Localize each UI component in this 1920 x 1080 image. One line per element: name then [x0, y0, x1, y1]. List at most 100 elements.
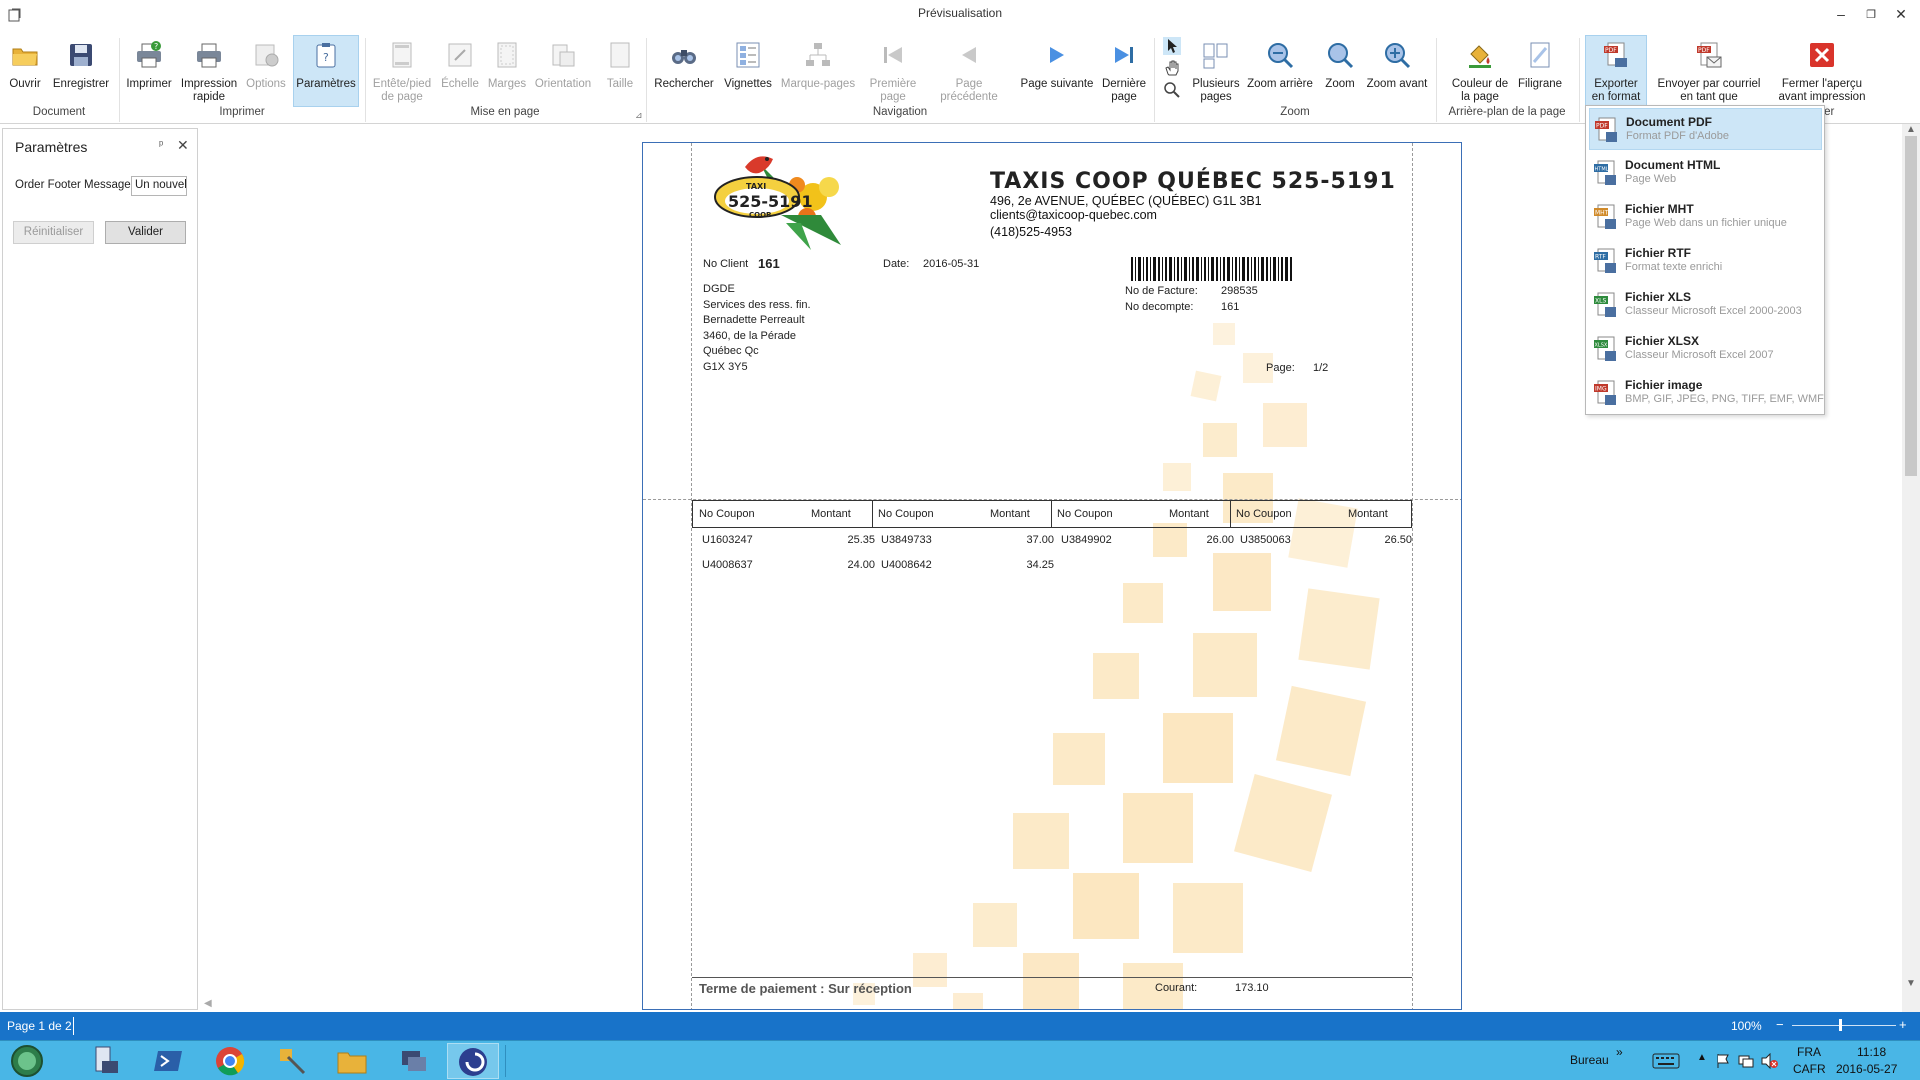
- taskbar-app-chrome[interactable]: [204, 1043, 256, 1079]
- header-footer-button[interactable]: Entête/pied de page: [370, 36, 434, 106]
- zoom-in-label: Zoom avant: [1366, 78, 1428, 90]
- parameters-button[interactable]: ? Paramètres: [293, 35, 359, 107]
- scrollbar-thumb[interactable]: [1905, 136, 1917, 476]
- zoom-button[interactable]: Zoom: [1320, 36, 1360, 106]
- minimize-button[interactable]: –: [1826, 6, 1856, 26]
- toolbar-chevron-icon[interactable]: »: [1616, 1045, 1623, 1059]
- column-header-coupon: No Coupon: [878, 508, 934, 520]
- close-window-button[interactable]: ✕: [1886, 6, 1916, 26]
- quick-print-label: Impression rapide: [180, 78, 238, 103]
- taskbar-app-tools[interactable]: [266, 1043, 318, 1079]
- scroll-up-icon[interactable]: ▲: [1906, 124, 1916, 135]
- vertical-scrollbar[interactable]: ▲ ▼: [1902, 124, 1920, 1012]
- current-label: Courant:: [1155, 982, 1198, 994]
- print-button[interactable]: ? Imprimer: [124, 36, 174, 106]
- export-html-item[interactable]: HTML Document HTML Page Web: [1589, 152, 1822, 194]
- svg-text:IMG: IMG: [1595, 386, 1607, 393]
- taskbar: Bureau » ▲ FRA CAFR 11:18 2016-05-27: [0, 1040, 1920, 1080]
- search-button[interactable]: Rechercher: [652, 36, 716, 106]
- keyboard-layout[interactable]: CAFR: [1793, 1062, 1826, 1076]
- export-item-subtitle: Format texte enrichi: [1625, 261, 1723, 273]
- scroll-down-icon[interactable]: ▼: [1906, 978, 1916, 989]
- input-language[interactable]: FRA: [1797, 1045, 1821, 1059]
- export-rtf-item[interactable]: RTF Fichier RTF Format texte enrichi: [1589, 240, 1822, 282]
- close-preview-button[interactable]: Fermer l'aperçu avant impression: [1774, 36, 1870, 106]
- taskbar-app-powershell[interactable]: [142, 1043, 194, 1079]
- page-color-button[interactable]: Couleur de la page: [1448, 36, 1512, 106]
- action-center-flag-icon[interactable]: [1716, 1053, 1730, 1069]
- clock-date[interactable]: 2016-05-27: [1836, 1062, 1897, 1076]
- export-mht-item[interactable]: MHT Fichier MHT Page Web dans un fichier…: [1589, 196, 1822, 238]
- taskbar-app-network[interactable]: [388, 1043, 440, 1079]
- multiple-pages-button[interactable]: Plusieurs pages: [1188, 36, 1244, 106]
- desktop-toolbar-label[interactable]: Bureau: [1570, 1053, 1609, 1067]
- export-pdf-item[interactable]: PDF Document PDF Format PDF d'Adobe: [1589, 108, 1822, 150]
- size-button[interactable]: Taille: [600, 36, 640, 106]
- send-email-button[interactable]: PDF Envoyer par courriel en tant que: [1656, 36, 1762, 106]
- zoom-out-icon: [1268, 43, 1294, 69]
- watermark-button[interactable]: Filigrane: [1514, 36, 1566, 106]
- volume-muted-icon[interactable]: [1760, 1053, 1778, 1069]
- tray-expand-icon[interactable]: ▲: [1697, 1052, 1707, 1063]
- reset-button[interactable]: Réinitialiser: [13, 221, 94, 244]
- thumbnails-button[interactable]: Vignettes: [720, 36, 776, 106]
- zoom-minus-button[interactable]: −: [1776, 1017, 1784, 1032]
- restore-button[interactable]: ❐: [1856, 8, 1886, 28]
- zoom-out-button[interactable]: Zoom arrière: [1244, 36, 1316, 106]
- pointer-icon[interactable]: [1163, 37, 1181, 55]
- validate-button[interactable]: Valider: [105, 221, 186, 244]
- taskbar-app-active[interactable]: [447, 1043, 499, 1079]
- next-page-button[interactable]: Page suivante: [1018, 36, 1096, 106]
- export-xlsx-item[interactable]: XLSX Fichier XLSX Classeur Microsoft Exc…: [1589, 328, 1822, 370]
- footer-message-input[interactable]: Un nouvel: [131, 176, 187, 196]
- keyboard-icon[interactable]: [1652, 1053, 1680, 1069]
- email-pdf-icon: PDF: [1697, 42, 1722, 68]
- start-button[interactable]: [2, 1043, 52, 1079]
- panel-close-icon[interactable]: ✕: [177, 137, 189, 154]
- margin-guide: [1412, 143, 1413, 1009]
- save-label: Enregistrer: [52, 78, 110, 90]
- thumbnails-label: Vignettes: [724, 78, 772, 90]
- open-button[interactable]: Ouvrir: [6, 36, 44, 106]
- export-item-subtitle: Page Web dans un fichier unique: [1625, 217, 1787, 229]
- svg-text:PDF: PDF: [1698, 47, 1710, 54]
- taskbar-app-explorer-tools[interactable]: [80, 1043, 132, 1079]
- bookmarks-button[interactable]: Marque-pages: [780, 36, 856, 106]
- parameters-panel: Paramètres ᵖ ✕ Order Footer Message Un n…: [2, 128, 198, 1010]
- last-page-button[interactable]: Dernière page: [1100, 36, 1148, 106]
- first-page-button[interactable]: Première page: [862, 36, 924, 106]
- network-status-icon[interactable]: [1738, 1053, 1754, 1069]
- taskbar-app-file-explorer[interactable]: [326, 1043, 378, 1079]
- powershell-icon: [154, 1051, 182, 1071]
- export-xls-item[interactable]: XLS Fichier XLS Classeur Microsoft Excel…: [1589, 284, 1822, 326]
- customer-line: Québec Qc: [703, 345, 759, 357]
- save-button[interactable]: Enregistrer: [50, 36, 112, 106]
- ribbon-separator: [1579, 38, 1580, 122]
- quick-print-button[interactable]: Impression rapide: [178, 36, 240, 106]
- export-button[interactable]: PDF Exporter en format: [1585, 35, 1647, 107]
- app-orb-icon: [459, 1048, 487, 1076]
- zoom-in-button[interactable]: Zoom avant: [1364, 36, 1430, 106]
- orientation-button[interactable]: Orientation: [532, 36, 594, 106]
- scroll-left-icon[interactable]: ◀: [204, 998, 212, 1009]
- hand-tool-icon[interactable]: [1163, 59, 1181, 77]
- bookmarks-label: Marque-pages: [780, 78, 856, 90]
- margin-guide: [691, 143, 692, 1009]
- zoom-slider[interactable]: [1792, 1025, 1896, 1026]
- scale-button[interactable]: Échelle: [438, 36, 482, 106]
- zoom-plus-button[interactable]: +: [1899, 1017, 1907, 1032]
- zoom-slider-knob[interactable]: [1839, 1019, 1842, 1031]
- pin-icon[interactable]: ᵖ: [159, 139, 163, 151]
- magnifier-tool-icon[interactable]: [1163, 81, 1181, 99]
- next-page-icon: [1050, 47, 1064, 63]
- export-image-item[interactable]: IMG Fichier image BMP, GIF, JPEG, PNG, T…: [1589, 372, 1824, 414]
- coupon-amount: 26.50: [1384, 534, 1412, 546]
- dialog-launcher-icon[interactable]: ⊿: [635, 110, 643, 121]
- clock-time[interactable]: 11:18: [1857, 1045, 1886, 1059]
- options-button[interactable]: Options: [244, 36, 288, 106]
- options-label: Options: [246, 78, 286, 90]
- zoom-level: 100%: [1731, 1019, 1762, 1033]
- client-label: No Client: [703, 258, 749, 270]
- margins-button[interactable]: Marges: [486, 36, 528, 106]
- previous-page-button[interactable]: Page précédente: [926, 36, 1012, 106]
